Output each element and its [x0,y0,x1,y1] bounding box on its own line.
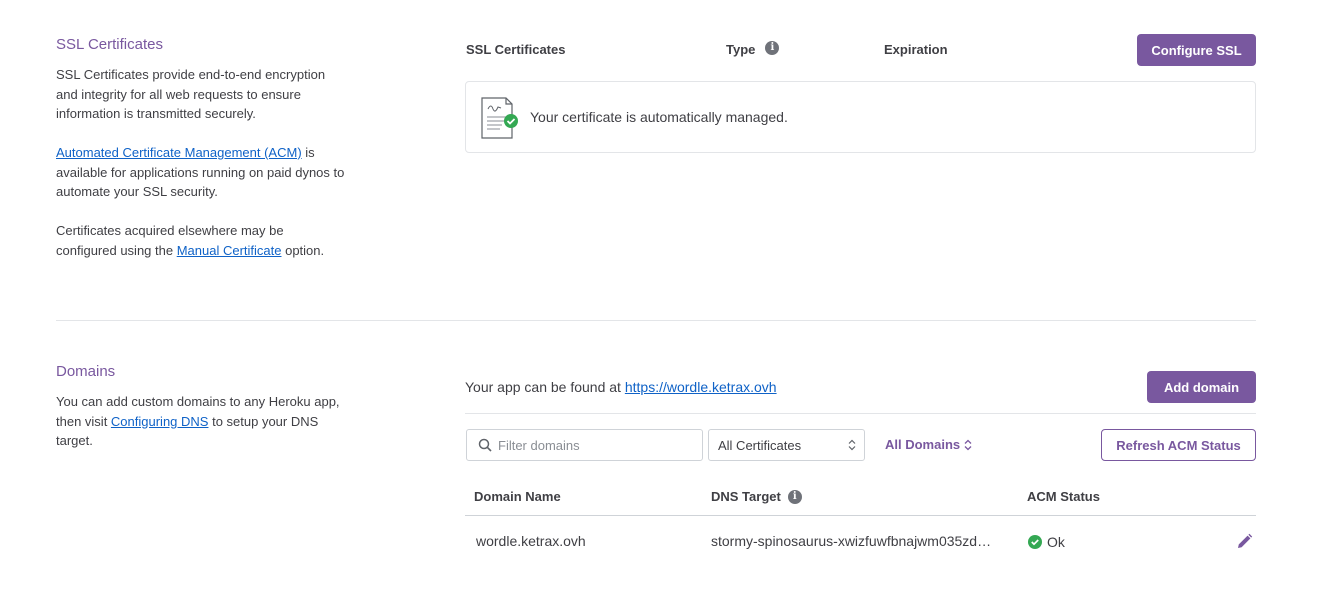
ssl-col-expiration: Expiration [884,42,948,57]
add-domain-button[interactable]: Add domain [1147,371,1256,403]
ssl-desc-3-end: option. [281,242,325,258]
dns-target-cell: stormy-spinosaurus-xwizfuwfbnajwm035zd… [711,533,992,549]
ssl-description: SSL Certificates provide end-to-end encr… [56,65,346,280]
ssl-col-type: Type i [726,40,780,57]
domain-filter-dropdown[interactable]: All Domains [885,437,972,452]
col-dns-target: DNS Target i [711,489,802,504]
app-url-text: Your app can be found at https://wordle.… [465,379,777,395]
edit-pencil-icon[interactable] [1236,533,1253,550]
domains-header-divider [465,413,1256,414]
col-domain-name: Domain Name [474,489,561,504]
configure-ssl-button[interactable]: Configure SSL [1137,34,1256,66]
check-circle-icon [1028,535,1042,549]
domain-filter-label: All Domains [885,437,961,452]
search-icon [478,438,492,452]
manual-certificate-link[interactable]: Manual Certificate [177,243,282,258]
sort-arrows-icon [964,439,972,451]
ssl-col-certificates: SSL Certificates [466,42,566,57]
app-url-link[interactable]: https://wordle.ketrax.ovh [625,379,777,395]
refresh-acm-status-button[interactable]: Refresh ACM Status [1101,429,1256,461]
certificate-filter-select[interactable]: All Certificates [708,429,865,461]
certificate-document-icon [480,96,520,145]
filter-domains-placeholder: Filter domains [498,437,580,453]
domains-section-title: Domains [56,363,116,380]
domain-name-cell: wordle.ketrax.ovh [476,533,586,549]
info-icon[interactable]: i [787,489,802,504]
filter-domains-input[interactable]: Filter domains [466,429,703,461]
certificate-status-card: Your certificate is automatically manage… [465,81,1256,153]
info-icon[interactable]: i [765,40,780,55]
certificate-managed-message: Your certificate is automatically manage… [530,109,788,125]
table-row: wordle.ketrax.ovh stormy-spinosaurus-xwi… [465,516,1256,568]
ssl-col-type-label: Type [726,42,756,57]
app-url-label: Your app can be found at [465,379,625,395]
acm-link[interactable]: Automated Certificate Management (ACM) [56,145,302,160]
acm-status-value: Ok [1047,534,1065,550]
ssl-section-title: SSL Certificates [56,36,163,53]
ssl-desc-paragraph-3: Certificates acquired elsewhere may be c… [56,221,346,260]
configuring-dns-link[interactable]: Configuring DNS [111,414,209,429]
select-arrows-icon [848,439,856,451]
col-dns-target-label: DNS Target [711,489,781,504]
acm-status-cell: Ok [1028,534,1065,550]
col-acm-status: ACM Status [1027,489,1100,504]
section-divider [56,320,1256,321]
domains-description: You can add custom domains to any Heroku… [56,392,346,451]
certificate-filter-value: All Certificates [718,437,802,453]
ssl-desc-paragraph-1: SSL Certificates provide end-to-end encr… [56,67,326,121]
ssl-desc-paragraph-2: Automated Certificate Management (ACM) i… [56,143,346,202]
